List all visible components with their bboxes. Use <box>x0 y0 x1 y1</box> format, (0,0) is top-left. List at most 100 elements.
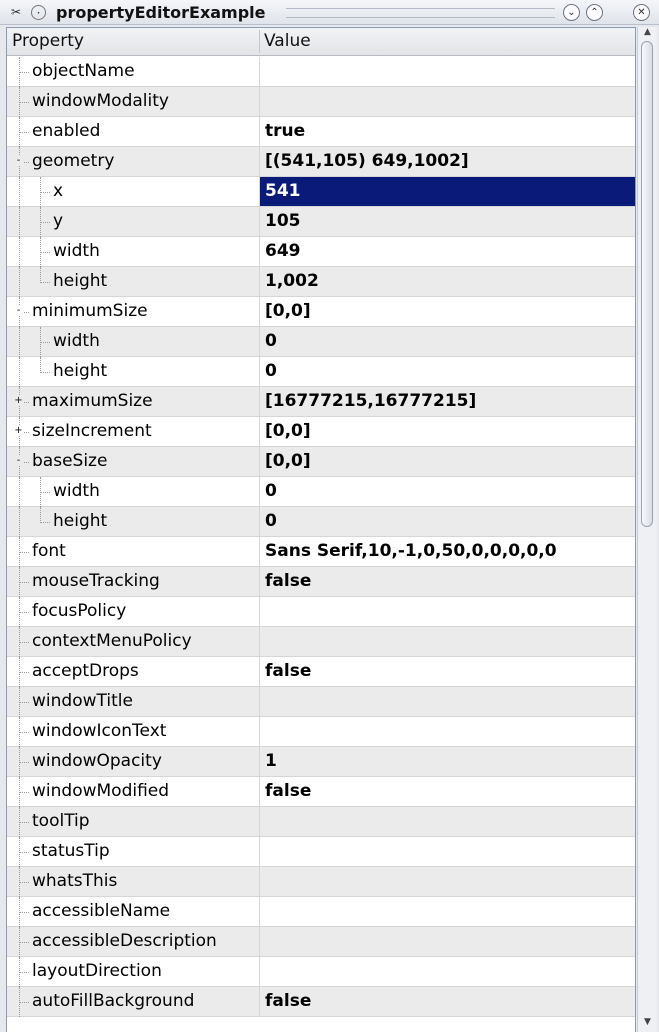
property-cell[interactable]: layoutDirection <box>7 957 260 987</box>
property-cell[interactable]: width <box>7 237 260 267</box>
property-value[interactable]: 105 <box>260 207 635 236</box>
property-value[interactable] <box>260 57 635 86</box>
property-cell[interactable]: windowOpacity <box>7 747 260 777</box>
property-value[interactable]: 649 <box>260 237 635 266</box>
property-cell[interactable]: statusTip <box>7 837 260 867</box>
property-cell[interactable]: windowTitle <box>7 687 260 717</box>
expand-icon[interactable]: + <box>14 396 23 406</box>
property-value[interactable] <box>260 957 635 986</box>
table-row[interactable]: windowTitle <box>7 687 635 717</box>
header-value[interactable]: Value <box>264 31 311 51</box>
table-row[interactable]: toolTip <box>7 807 635 837</box>
property-value[interactable]: [(541,105) 649,1002] <box>260 147 635 176</box>
property-cell[interactable]: y <box>7 207 260 237</box>
property-value[interactable]: [0,0] <box>260 417 635 446</box>
app-icon[interactable]: ✂ <box>8 4 24 20</box>
table-row[interactable]: statusTip <box>7 837 635 867</box>
property-value[interactable]: 0 <box>260 477 635 506</box>
vertical-scrollbar[interactable]: ▲ ▼ <box>637 27 657 1032</box>
property-table[interactable]: Property Value objectName windowModality e… <box>6 27 636 1032</box>
property-value[interactable]: false <box>260 657 635 686</box>
property-cell[interactable]: focusPolicy <box>7 597 260 627</box>
property-cell[interactable]: width <box>7 477 260 507</box>
property-cell[interactable]: enabled <box>7 117 260 147</box>
property-cell[interactable]: autoFillBackground <box>7 987 260 1017</box>
table-row[interactable]: windowModality <box>7 87 635 117</box>
property-cell[interactable]: width <box>7 327 260 357</box>
property-value[interactable]: 0 <box>260 507 635 536</box>
property-value[interactable]: false <box>260 777 635 806</box>
property-cell[interactable]: windowModified <box>7 777 260 807</box>
table-row[interactable]: - minimumSize [0,0] <box>7 297 635 327</box>
property-value[interactable] <box>260 837 635 866</box>
maximize-icon[interactable]: ⌃ <box>586 4 603 21</box>
collapse-icon[interactable]: - <box>14 156 23 166</box>
table-row[interactable]: acceptDrops false <box>7 657 635 687</box>
table-row[interactable]: layoutDirection <box>7 957 635 987</box>
property-value[interactable]: false <box>260 567 635 596</box>
property-cell[interactable]: - baseSize <box>7 447 260 477</box>
table-row[interactable]: - geometry [(541,105) 649,1002] <box>7 147 635 177</box>
table-row[interactable]: y 105 <box>7 207 635 237</box>
table-row[interactable]: autoFillBackground false <box>7 987 635 1017</box>
property-cell[interactable]: objectName <box>7 57 260 87</box>
table-row[interactable]: accessibleDescription <box>7 927 635 957</box>
property-value[interactable] <box>260 87 635 116</box>
property-cell[interactable]: accessibleName <box>7 897 260 927</box>
property-cell[interactable]: + maximumSize <box>7 387 260 417</box>
property-value[interactable]: [0,0] <box>260 297 635 326</box>
table-row[interactable]: height 1,002 <box>7 267 635 297</box>
table-row[interactable]: focusPolicy <box>7 597 635 627</box>
property-cell[interactable]: contextMenuPolicy <box>7 627 260 657</box>
scroll-up-icon[interactable]: ▲ <box>641 27 654 40</box>
table-row[interactable]: objectName <box>7 57 635 87</box>
property-value[interactable] <box>260 897 635 926</box>
property-cell[interactable]: acceptDrops <box>7 657 260 687</box>
property-cell[interactable]: accessibleDescription <box>7 927 260 957</box>
scrollbar-thumb[interactable] <box>641 41 653 527</box>
property-value[interactable] <box>260 687 635 716</box>
property-value[interactable]: 1,002 <box>260 267 635 296</box>
property-value[interactable]: 541 <box>260 177 635 206</box>
property-cell[interactable]: whatsThis <box>7 867 260 897</box>
property-cell[interactable]: height <box>7 507 260 537</box>
property-cell[interactable]: height <box>7 267 260 297</box>
property-cell[interactable]: height <box>7 357 260 387</box>
table-row[interactable]: windowModified false <box>7 777 635 807</box>
property-value[interactable]: 0 <box>260 327 635 356</box>
property-value[interactable] <box>260 807 635 836</box>
table-row[interactable]: height 0 <box>7 357 635 387</box>
table-row[interactable]: windowIconText <box>7 717 635 747</box>
minimize-icon[interactable]: ⌄ <box>563 4 580 21</box>
window-menu-icon[interactable]: · <box>31 5 46 20</box>
property-value[interactable] <box>260 597 635 626</box>
table-row[interactable]: enabled true <box>7 117 635 147</box>
property-cell[interactable]: - minimumSize <box>7 297 260 327</box>
property-value[interactable]: [0,0] <box>260 447 635 476</box>
table-row[interactable]: windowOpacity 1 <box>7 747 635 777</box>
property-cell[interactable]: toolTip <box>7 807 260 837</box>
property-cell[interactable]: + sizeIncrement <box>7 417 260 447</box>
property-value[interactable] <box>260 927 635 956</box>
collapse-icon[interactable]: - <box>14 456 23 466</box>
table-row[interactable]: whatsThis <box>7 867 635 897</box>
scroll-down-icon[interactable]: ▼ <box>641 1017 654 1030</box>
table-row[interactable]: x 541 <box>7 177 635 207</box>
property-value[interactable]: true <box>260 117 635 146</box>
property-value[interactable] <box>260 627 635 656</box>
property-value[interactable]: Sans Serif,10,-1,0,50,0,0,0,0,0 <box>260 537 635 566</box>
property-cell[interactable]: x <box>7 177 260 207</box>
property-cell[interactable]: font <box>7 537 260 567</box>
property-value[interactable]: 1 <box>260 747 635 776</box>
property-value[interactable]: 0 <box>260 357 635 386</box>
table-row[interactable]: width 0 <box>7 477 635 507</box>
table-row[interactable]: accessibleName <box>7 897 635 927</box>
property-value[interactable] <box>260 717 635 746</box>
property-cell[interactable]: - geometry <box>7 147 260 177</box>
table-row[interactable]: - baseSize [0,0] <box>7 447 635 477</box>
table-row[interactable]: width 0 <box>7 327 635 357</box>
expand-icon[interactable]: + <box>14 426 23 436</box>
property-value[interactable] <box>260 867 635 896</box>
table-row[interactable]: mouseTracking false <box>7 567 635 597</box>
property-value[interactable]: false <box>260 987 635 1016</box>
